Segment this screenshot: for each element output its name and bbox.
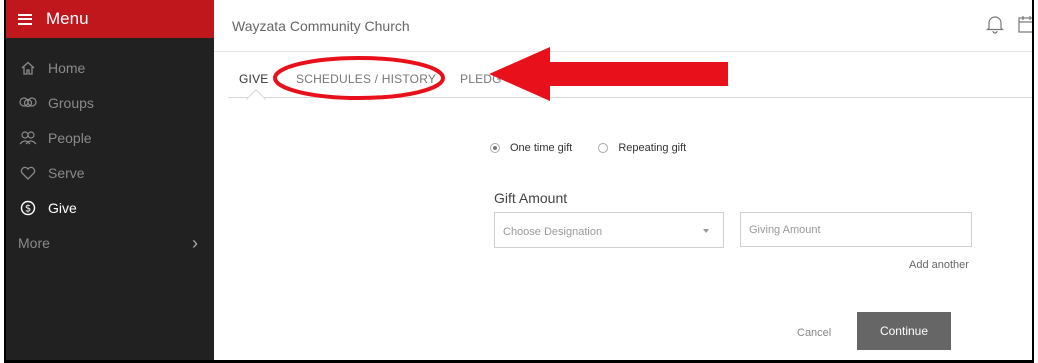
repeating-gift-radio[interactable] — [598, 143, 609, 153]
gift-type-options: One time gift Repeating gift — [490, 142, 712, 154]
caret-down-icon — [703, 229, 709, 233]
giving-amount-input[interactable] — [740, 212, 972, 247]
one-time-gift-label[interactable]: One time gift — [510, 142, 572, 154]
gift-amount-label: Gift Amount — [494, 190, 568, 206]
app-frame: Menu Home Groups People Serve $ Give Mor… — [4, 0, 1034, 363]
designation-placeholder: Choose Designation — [503, 226, 603, 238]
continue-button[interactable]: Continue — [857, 312, 951, 350]
designation-select[interactable]: Choose Designation — [494, 212, 724, 248]
give-form: One time gift Repeating gift Gift Amount… — [6, 0, 1032, 360]
one-time-gift-radio[interactable] — [490, 143, 500, 153]
cancel-button[interactable]: Cancel — [797, 327, 831, 339]
add-another-link[interactable]: Add another — [909, 259, 969, 271]
repeating-gift-label[interactable]: Repeating gift — [618, 142, 686, 154]
